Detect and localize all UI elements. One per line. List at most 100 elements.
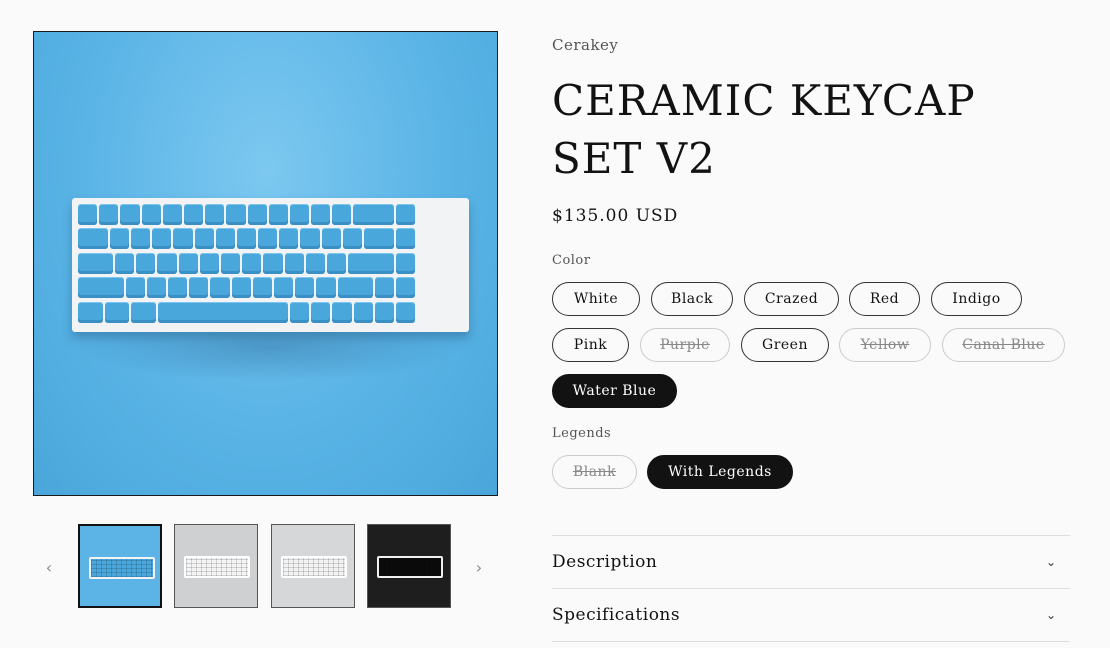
color-water-blue[interactable]: Water Blue xyxy=(552,374,677,408)
keycap xyxy=(252,277,272,299)
thumbnail-black[interactable] xyxy=(367,524,451,608)
keycap xyxy=(221,252,241,274)
keycap xyxy=(332,301,352,323)
keyboard-illustration xyxy=(72,198,469,332)
thumbnail-keyboard xyxy=(89,557,155,579)
keycap xyxy=(183,204,204,225)
keycap xyxy=(274,277,294,299)
accordion-label: Description xyxy=(552,552,658,572)
keycap xyxy=(141,204,161,225)
keyboard-shadow xyxy=(74,332,464,382)
keycap xyxy=(374,277,394,299)
thumbnail-keyboard xyxy=(184,556,250,578)
keycap xyxy=(173,228,193,250)
keycap xyxy=(157,252,177,274)
keycap xyxy=(242,252,262,274)
keycap xyxy=(162,204,182,225)
color-yellow[interactable]: Yellow xyxy=(839,328,931,362)
keycap xyxy=(136,252,156,274)
keycap xyxy=(78,301,103,323)
keycap xyxy=(311,204,331,225)
legends-blank[interactable]: Blank xyxy=(552,455,637,489)
chevron-down-icon: ⌄ xyxy=(1045,555,1056,569)
color-indigo[interactable]: Indigo xyxy=(931,282,1022,316)
thumbnail-prev-button[interactable]: ‹ xyxy=(38,522,60,612)
accordion-label: Specifications xyxy=(552,605,681,625)
product-price: $135.00 USD xyxy=(552,206,679,226)
thumbnail-keyboard xyxy=(281,556,347,578)
keycap xyxy=(395,277,416,299)
keycap xyxy=(342,228,363,250)
color-pink[interactable]: Pink xyxy=(552,328,629,362)
keycap xyxy=(395,228,416,250)
color-black[interactable]: Black xyxy=(651,282,733,316)
description-accordion[interactable]: Description ⌄ xyxy=(552,536,1070,588)
thumbnail-gallery: ‹ › xyxy=(38,522,494,612)
keycap xyxy=(258,228,278,250)
keycap xyxy=(99,204,119,225)
color-canal-blue[interactable]: Canal Blue xyxy=(942,328,1065,362)
chevron-left-icon: ‹ xyxy=(45,557,53,577)
thumbnail-next-button[interactable]: › xyxy=(468,522,490,612)
color-purple[interactable]: Purple xyxy=(640,328,730,362)
specifications-accordion[interactable]: Specifications ⌄ xyxy=(552,589,1070,641)
color-red[interactable]: Red xyxy=(849,282,920,316)
keycap xyxy=(395,252,416,274)
keycap xyxy=(178,252,198,274)
keycap xyxy=(215,228,235,250)
keycap xyxy=(168,277,188,299)
color-green[interactable]: Green xyxy=(741,328,829,362)
thumbnail-white-2[interactable] xyxy=(271,524,355,608)
chevron-down-icon: ⌄ xyxy=(1045,608,1056,622)
keycap xyxy=(348,252,394,274)
keycap xyxy=(247,204,267,225)
chevron-right-icon: › xyxy=(475,557,483,577)
thumbnail-white[interactable] xyxy=(174,524,258,608)
keycap xyxy=(279,228,299,250)
keycap xyxy=(109,228,129,250)
keycap xyxy=(130,228,151,250)
keycap xyxy=(146,277,167,299)
keycap xyxy=(210,277,230,299)
keycap xyxy=(194,228,214,250)
legends-with-legends[interactable]: With Legends xyxy=(647,455,793,489)
keycap xyxy=(236,228,257,250)
keycap xyxy=(316,277,336,299)
keycap xyxy=(78,252,114,274)
keyboard-keys xyxy=(78,204,463,326)
keycap xyxy=(332,204,352,225)
divider xyxy=(552,641,1070,642)
keycap xyxy=(353,204,394,225)
product-vendor: Cerakey xyxy=(552,36,619,54)
keycap xyxy=(226,204,246,225)
keycap xyxy=(78,228,108,250)
keycap xyxy=(199,252,220,274)
keycap xyxy=(290,301,310,323)
keycap xyxy=(189,277,209,299)
keycap xyxy=(289,204,310,225)
product-main-image[interactable] xyxy=(33,31,498,496)
color-crazed[interactable]: Crazed xyxy=(744,282,839,316)
keycap xyxy=(305,252,325,274)
product-title: CERAMIC KEYCAP SET V2 xyxy=(552,76,976,183)
color-option-label: Color xyxy=(552,253,591,268)
thumbnail-blue[interactable] xyxy=(78,524,162,608)
keycap xyxy=(337,277,373,299)
keycap xyxy=(131,301,156,323)
keycap xyxy=(205,204,225,225)
keycap xyxy=(78,277,124,299)
keycap xyxy=(326,252,347,274)
keycap xyxy=(364,228,394,250)
keycap xyxy=(152,228,172,250)
thumbnail-keyboard xyxy=(377,556,443,578)
keycap xyxy=(395,301,416,323)
keycap xyxy=(353,301,373,323)
color-white[interactable]: White xyxy=(552,282,640,316)
keycap xyxy=(125,277,145,299)
legends-option-label: Legends xyxy=(552,426,612,441)
keycap xyxy=(120,204,140,225)
keycap xyxy=(295,277,315,299)
keycap xyxy=(263,252,283,274)
keycap xyxy=(231,277,251,299)
keycap xyxy=(374,301,394,323)
